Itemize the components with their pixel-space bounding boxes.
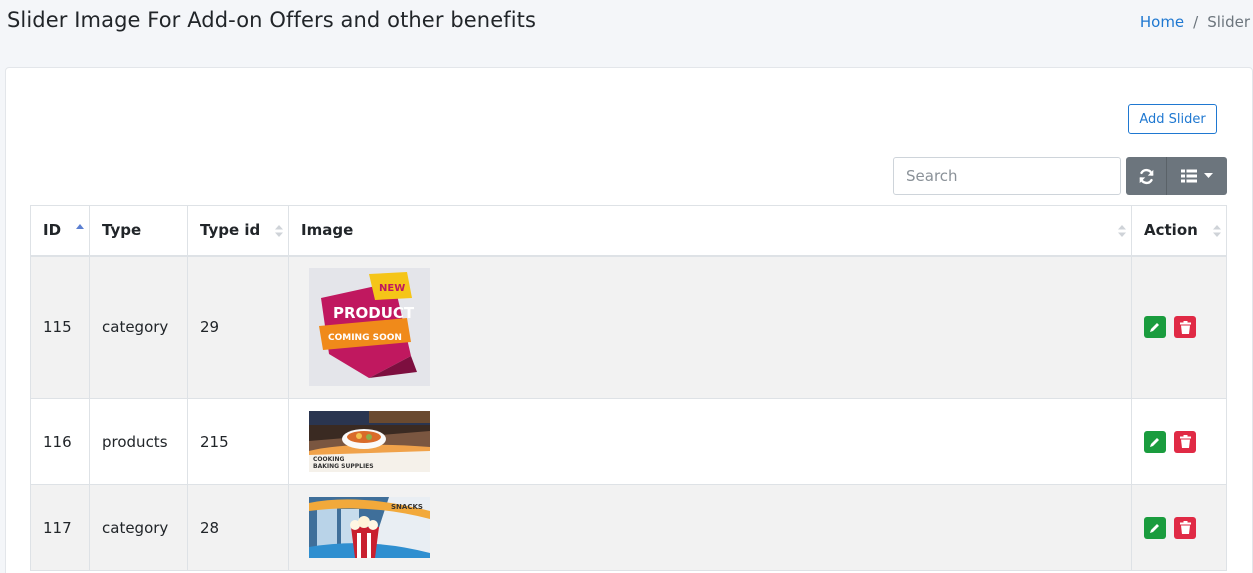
edit-button[interactable] bbox=[1144, 516, 1166, 539]
cell-action bbox=[1131, 255, 1227, 399]
sort-asc-icon bbox=[76, 224, 84, 229]
columns-dropdown-button[interactable] bbox=[1167, 157, 1227, 195]
breadcrumb-current: Slider bbox=[1207, 13, 1250, 31]
cell-image: COOKING BAKING SUPPLIES bbox=[288, 398, 1132, 485]
image-title-text: COOKING bbox=[313, 456, 345, 463]
cell-type: products bbox=[89, 398, 188, 485]
cell-image: NEW PRODUCT COMING SOON bbox=[288, 255, 1132, 399]
edit-button[interactable] bbox=[1144, 430, 1166, 453]
delete-button[interactable] bbox=[1174, 516, 1196, 539]
delete-button[interactable] bbox=[1174, 316, 1196, 339]
image-title-text: PRODUCT bbox=[333, 304, 415, 322]
cell-action bbox=[1131, 398, 1227, 485]
caret-down-icon bbox=[1204, 173, 1213, 178]
cell-id: 116 bbox=[30, 398, 90, 485]
cell-type: category bbox=[89, 484, 188, 571]
breadcrumb-home-link[interactable]: Home bbox=[1140, 13, 1184, 31]
image-title-text: SNACKS bbox=[391, 503, 423, 511]
cell-id: 115 bbox=[30, 255, 90, 399]
sort-icon bbox=[1213, 225, 1221, 237]
table-toolbar-buttons bbox=[1126, 157, 1227, 195]
slider-table: ID Type Type id Image Action 115 categor… bbox=[30, 205, 1227, 571]
image-badge-text: NEW bbox=[379, 283, 405, 294]
table-row: 117 category 28 SNACKS bbox=[30, 484, 1227, 571]
list-icon bbox=[1181, 169, 1197, 183]
breadcrumb: Home / Slider bbox=[1140, 13, 1250, 31]
pencil-icon bbox=[1150, 323, 1159, 333]
cell-type: category bbox=[89, 255, 188, 399]
column-header-type-id[interactable]: Type id bbox=[187, 205, 289, 257]
cell-id: 117 bbox=[30, 484, 90, 571]
slider-image[interactable]: COOKING BAKING SUPPLIES bbox=[309, 411, 430, 472]
column-header-label: Type bbox=[102, 221, 142, 240]
trash-icon bbox=[1179, 320, 1191, 334]
cell-type-id: 215 bbox=[187, 398, 289, 485]
sort-icon bbox=[1118, 225, 1126, 237]
cell-type-id: 28 bbox=[187, 484, 289, 571]
cell-image: SNACKS bbox=[288, 484, 1132, 571]
column-header-action[interactable]: Action bbox=[1131, 205, 1227, 257]
delete-button[interactable] bbox=[1174, 430, 1196, 453]
image-subtitle-text: COMING SOON bbox=[328, 333, 402, 343]
edit-button[interactable] bbox=[1144, 316, 1166, 339]
table-row: 116 products 215 COOKING BAKING SUPPLIES bbox=[30, 398, 1227, 485]
refresh-icon bbox=[1139, 168, 1153, 184]
sort-icon bbox=[275, 225, 283, 237]
cell-type-id: 29 bbox=[187, 255, 289, 399]
breadcrumb-separator: / bbox=[1193, 13, 1199, 31]
column-header-label: Type id bbox=[200, 221, 261, 240]
image-subtitle-text: BAKING SUPPLIES bbox=[313, 463, 374, 470]
table-row: 115 category 29 NEW PRODUCT COMING SOON bbox=[30, 255, 1227, 399]
search-input[interactable] bbox=[893, 157, 1121, 195]
column-header-type: Type bbox=[89, 205, 188, 257]
trash-icon bbox=[1179, 521, 1191, 534]
refresh-button[interactable] bbox=[1126, 157, 1167, 195]
column-header-id[interactable]: ID bbox=[30, 205, 90, 257]
slider-image[interactable]: SNACKS bbox=[309, 497, 430, 558]
column-header-label: Image bbox=[301, 221, 354, 240]
cell-action bbox=[1131, 484, 1227, 571]
pencil-icon bbox=[1150, 523, 1159, 533]
page-title: Slider Image For Add-on Offers and other… bbox=[7, 8, 537, 32]
column-header-label: Action bbox=[1144, 221, 1198, 240]
slider-image[interactable]: NEW PRODUCT COMING SOON bbox=[309, 268, 430, 387]
trash-icon bbox=[1179, 435, 1191, 448]
pencil-icon bbox=[1150, 437, 1159, 447]
column-header-image[interactable]: Image bbox=[288, 205, 1132, 257]
add-slider-button[interactable]: Add Slider bbox=[1128, 104, 1217, 134]
column-header-label: ID bbox=[43, 221, 62, 240]
